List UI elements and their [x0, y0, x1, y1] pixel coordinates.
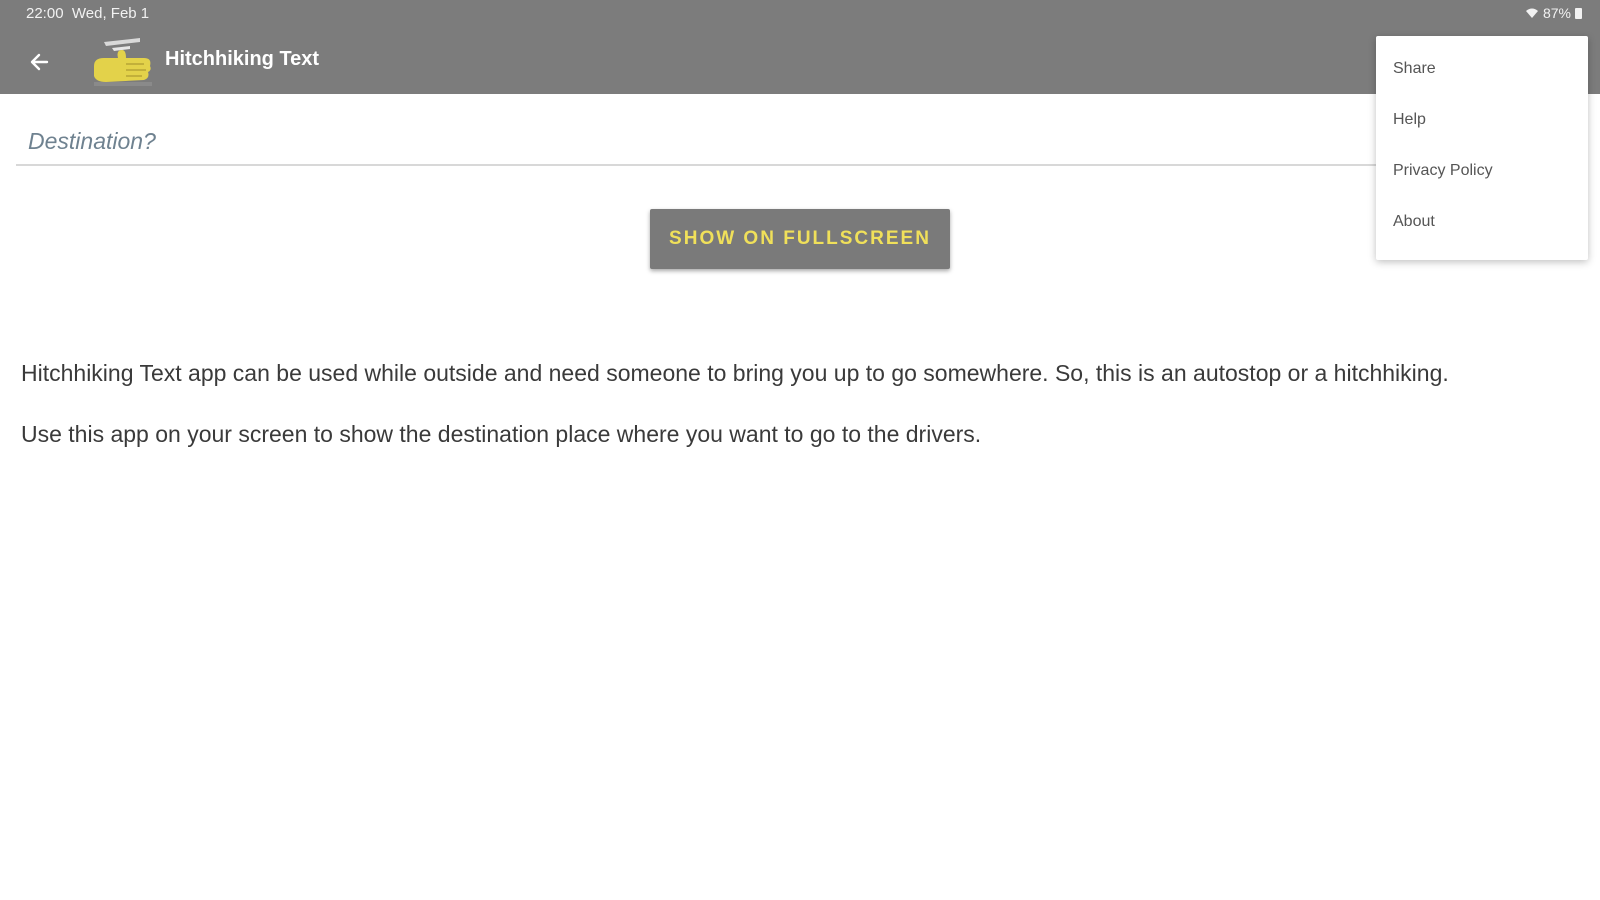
destination-input[interactable]	[26, 124, 1360, 158]
status-time-date: 22:00 Wed, Feb 1	[26, 5, 149, 22]
menu-item-about[interactable]: About	[1376, 197, 1588, 247]
back-button[interactable]	[22, 45, 56, 79]
battery-icon	[1575, 7, 1582, 19]
description-text: Hitchhiking Text app can be used while o…	[21, 358, 1521, 480]
menu-item-help[interactable]: Help	[1376, 95, 1588, 145]
show-fullscreen-button[interactable]: SHOW ON FULLSCREEN	[650, 209, 950, 269]
status-indicators: 87%	[1525, 5, 1582, 21]
wifi-icon	[1525, 8, 1538, 18]
description-paragraph-1: Hitchhiking Text app can be used while o…	[21, 360, 1449, 386]
status-time: 22:00	[26, 5, 64, 22]
status-date: Wed, Feb 1	[71, 5, 150, 22]
arrow-left-icon	[30, 53, 49, 71]
destination-field	[16, 118, 1376, 166]
menu-item-share[interactable]: Share	[1376, 44, 1588, 94]
app-title: Hitchhiking Text	[165, 48, 320, 70]
app-bar: Hitchhiking Text	[0, 28, 1600, 94]
app-screen: 22:00 Wed, Feb 1 87% Hitchhiking Text De…	[0, 0, 1600, 900]
description-paragraph-2: Use this app on your screen to show the …	[21, 421, 982, 447]
battery-percent: 87%	[1542, 5, 1571, 21]
overflow-menu: Share Help Privacy Policy About	[1376, 36, 1588, 260]
menu-item-privacy-policy[interactable]: Privacy Policy	[1376, 146, 1588, 196]
status-bar: 22:00 Wed, Feb 1 87%	[0, 0, 1600, 28]
top-bar: 22:00 Wed, Feb 1 87% Hitchhiking Text	[0, 0, 1600, 94]
hitchhiking-thumb-logo	[94, 38, 152, 86]
